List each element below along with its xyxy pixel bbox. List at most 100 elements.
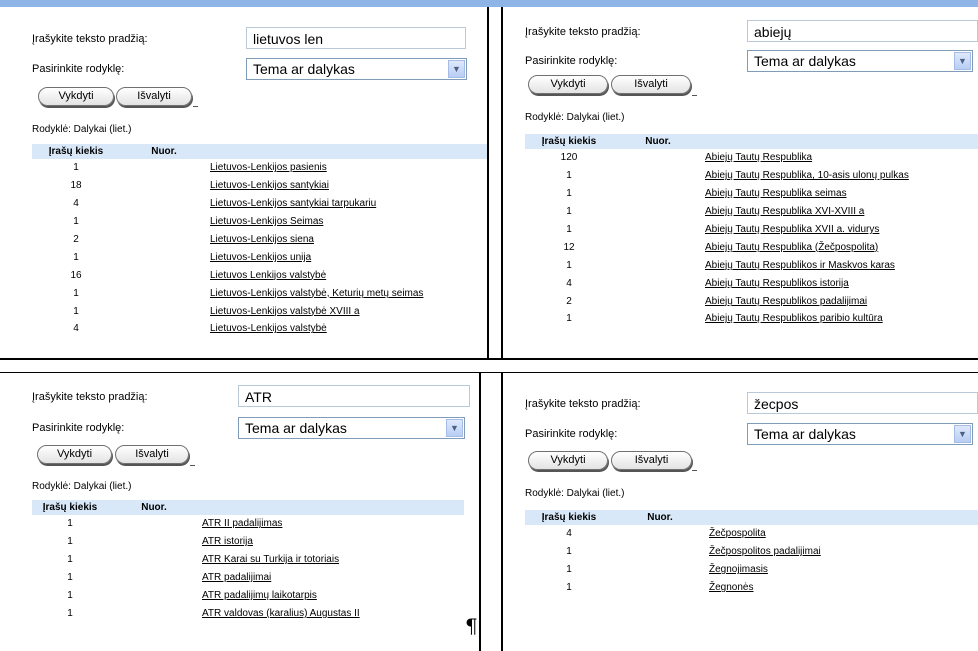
table-row: 1 ATR padalijimų laikotarpis <box>32 587 464 605</box>
column-ref: Nuor. <box>120 144 208 159</box>
row-count: 1 <box>73 162 79 174</box>
index-select-value: Tema ar dalykas <box>253 61 355 77</box>
term-link[interactable]: Abiejų Tautų Respublika (Žečpospolita) <box>703 238 978 256</box>
search-text-label: Įrašykite teksto pradžią: <box>32 33 148 45</box>
table-row: 2 Abiejų Tautų Respublikos padalijimai <box>525 292 978 310</box>
search-input[interactable]: abiejų <box>747 20 978 42</box>
divider <box>193 106 198 107</box>
search-input[interactable]: lietuvos len <box>246 27 466 49</box>
term-link[interactable]: Lietuvos-Lenkijos pasienis <box>208 159 487 177</box>
clear-button[interactable]: Išvalyti <box>116 87 192 106</box>
row-count: 4 <box>566 528 572 540</box>
column-ref: Nuor. <box>613 134 703 149</box>
term-link[interactable]: Abiejų Tautų Respublika, 10-asis ulonų p… <box>703 167 978 185</box>
frame-line <box>501 7 503 358</box>
table-row: 2 Lietuvos-Lenkijos siena <box>32 231 487 249</box>
search-input[interactable]: ATR <box>238 385 470 407</box>
row-count: 1 <box>67 518 73 530</box>
execute-button[interactable]: Vykdyti <box>37 445 112 464</box>
term-link[interactable]: Lietuvos Lenkijos valstybė <box>208 266 487 284</box>
index-select[interactable]: Tema ar dalykas ▼ <box>246 58 467 80</box>
term-link[interactable]: ATR istorija <box>200 533 464 551</box>
table-row: 1 Abiejų Tautų Respublika seimas <box>525 185 978 203</box>
term-link[interactable]: ATR padalijimai <box>200 569 464 587</box>
term-link[interactable]: Abiejų Tautų Respublikos padalijimai <box>703 292 978 310</box>
row-count: 1 <box>67 607 73 619</box>
term-link[interactable]: Žegnojimasis <box>707 561 978 579</box>
term-link[interactable]: Abiejų Tautų Respublika XVI-XVIII a <box>703 203 978 221</box>
column-ref: Nuor. <box>613 510 707 525</box>
term-link[interactable]: Lietuvos-Lenkijos valstybė, Keturių metų… <box>208 284 487 302</box>
index-label: Pasirinkite rodyklę: <box>32 422 125 434</box>
execute-button[interactable]: Vykdyti <box>38 87 114 106</box>
index-select[interactable]: Tema ar dalykas ▼ <box>747 423 973 445</box>
row-count: 1 <box>566 170 572 182</box>
row-count: 4 <box>73 323 79 335</box>
term-link[interactable]: ATR Karai su Turkija ir totoriais <box>200 551 464 569</box>
table-row: 1 ATR II padalijimas <box>32 515 464 533</box>
row-count: 1 <box>73 216 79 228</box>
execute-button[interactable]: Vykdyti <box>528 451 608 470</box>
term-link[interactable]: Abiejų Tautų Respublika seimas <box>703 185 978 203</box>
term-link[interactable]: ATR valdovas (karalius) Augustas II <box>200 604 464 622</box>
term-link[interactable]: Abiejų Tautų Respublika <box>703 149 978 167</box>
term-link[interactable]: Abiejų Tautų Respublikos paribio kultūra <box>703 310 978 328</box>
row-count: 4 <box>73 198 79 210</box>
term-link[interactable]: Lietuvos-Lenkijos santykiai <box>208 177 487 195</box>
row-count: 1 <box>566 206 572 218</box>
table-row: 1 Žegnonės <box>525 579 978 597</box>
row-count: 1 <box>566 582 572 594</box>
term-link[interactable]: Lietuvos-Lenkijos valstybė <box>208 320 487 338</box>
row-count: 4 <box>566 277 572 289</box>
column-count: Įrašų kiekis <box>32 500 108 515</box>
term-link[interactable]: Žegnonės <box>707 579 978 597</box>
frame-line <box>0 372 978 373</box>
table-header: Įrašų kiekis Nuor. <box>32 500 464 515</box>
search-panel-bottom-left: Įrašykite teksto pradžią: ATR Pasirinkit… <box>0 372 480 651</box>
chevron-down-icon[interactable]: ▼ <box>446 419 463 437</box>
top-bar <box>0 0 978 7</box>
term-link[interactable]: ATR II padalijimas <box>200 515 464 533</box>
search-text-label: Įrašykite teksto pradžią: <box>525 398 641 410</box>
table-row: 1 Žečpospolitos padalijimai <box>525 543 978 561</box>
row-count: 1 <box>73 251 79 263</box>
term-link[interactable]: Lietuvos-Lenkijos unija <box>208 248 487 266</box>
clear-button[interactable]: Išvalyti <box>611 75 691 94</box>
results-table: Įrašų kiekis Nuor. 1 ATR II padalijimas 1… <box>32 500 464 622</box>
row-count: 1 <box>566 546 572 558</box>
clear-button[interactable]: Išvalyti <box>115 445 189 464</box>
row-count: 1 <box>73 287 79 299</box>
table-header: Įrašų kiekis Nuor. <box>32 144 487 159</box>
index-select-value: Tema ar dalykas <box>245 420 347 436</box>
term-link[interactable]: Abiejų Tautų Respublika XVII a. vidurys <box>703 221 978 239</box>
clear-button[interactable]: Išvalyti <box>611 451 692 470</box>
index-select[interactable]: Tema ar dalykas ▼ <box>238 417 465 439</box>
search-panel-bottom-right: Įrašykite teksto pradžią: žecpos Pasirin… <box>503 372 978 651</box>
divider <box>190 465 195 466</box>
table-row: 4 Žečpospolita <box>525 525 978 543</box>
row-count: 16 <box>70 269 82 281</box>
term-link[interactable]: Žečpospolita <box>707 525 978 543</box>
table-header: Įrašų kiekis Nuor. <box>525 134 978 149</box>
term-link[interactable]: Abiejų Tautų Respublikos ir Maskvos kara… <box>703 256 978 274</box>
term-link[interactable]: ATR padalijimų laikotarpis <box>200 587 464 605</box>
chevron-down-icon[interactable]: ▼ <box>954 52 971 70</box>
execute-button[interactable]: Vykdyti <box>528 75 608 94</box>
table-row: 120 Abiejų Tautų Respublika <box>525 149 978 167</box>
index-select[interactable]: Tema ar dalykas ▼ <box>747 50 973 72</box>
index-select-value: Tema ar dalykas <box>754 53 856 69</box>
index-label: Pasirinkite rodyklę: <box>525 55 618 67</box>
chevron-down-icon[interactable]: ▼ <box>954 425 971 443</box>
table-row: 12 Abiejų Tautų Respublika (Žečpospolita) <box>525 238 978 256</box>
frame-line <box>479 372 481 651</box>
search-input[interactable]: žecpos <box>747 392 978 414</box>
chevron-down-icon[interactable]: ▼ <box>448 60 465 78</box>
divider <box>692 470 697 471</box>
term-link[interactable]: Abiejų Tautų Respublikos istorija <box>703 274 978 292</box>
term-link[interactable]: Žečpospolitos padalijimai <box>707 543 978 561</box>
term-link[interactable]: Lietuvos-Lenkijos valstybė XVIII a <box>208 302 487 320</box>
index-caption: Rodyklė: Dalykai (liet.) <box>525 488 625 499</box>
term-link[interactable]: Lietuvos-Lenkijos siena <box>208 231 487 249</box>
term-link[interactable]: Lietuvos-Lenkijos Seimas <box>208 213 487 231</box>
term-link[interactable]: Lietuvos-Lenkijos santykiai tarpukariu <box>208 195 487 213</box>
